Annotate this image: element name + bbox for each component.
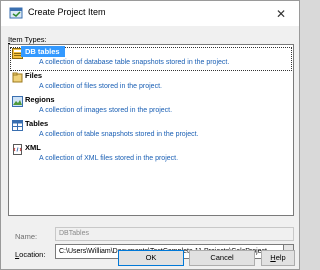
cancel-button[interactable]: Cancel bbox=[189, 250, 255, 266]
item-description: A collection of images stored in the pro… bbox=[39, 107, 173, 114]
item-types-list[interactable]: DB tables A collection of database table… bbox=[8, 44, 294, 216]
item-description: A collection of database table snapshots… bbox=[39, 59, 230, 66]
item-description: A collection of table snapshots stored i… bbox=[39, 131, 199, 138]
item-description: A collection of XML files stored in the … bbox=[39, 155, 179, 162]
xml-icon bbox=[13, 144, 22, 155]
files-icon bbox=[12, 72, 23, 83]
location-label: Location: bbox=[15, 250, 46, 259]
list-item-regions[interactable]: Regions A collection of images stored in… bbox=[9, 94, 293, 119]
window-title: Create Project Item bbox=[28, 7, 106, 17]
item-name: DB tables bbox=[25, 47, 60, 56]
title-bar: Create Project Item ✕ bbox=[1, 1, 299, 26]
app-icon bbox=[9, 7, 23, 19]
ok-button[interactable]: OK bbox=[118, 250, 184, 266]
list-item-xml[interactable]: XML A collection of XML files stored in … bbox=[9, 142, 293, 167]
item-name: XML bbox=[25, 143, 41, 152]
item-name: Files bbox=[25, 71, 43, 80]
list-item-files[interactable]: Files A collection of files stored in th… bbox=[9, 70, 293, 95]
name-field: DBTables bbox=[55, 227, 294, 241]
list-item-tables[interactable]: Tables A collection of table snapshots s… bbox=[9, 118, 293, 143]
create-project-item-dialog: Create Project Item ✕ Item Types: DB tab… bbox=[0, 0, 300, 270]
item-types-label: Item Types: bbox=[8, 35, 47, 44]
item-description: A collection of files stored in the proj… bbox=[39, 83, 162, 90]
help-button[interactable]: Help bbox=[261, 250, 295, 266]
item-name: Regions bbox=[25, 95, 55, 104]
name-label: Name: bbox=[15, 232, 38, 241]
item-name: Tables bbox=[25, 119, 49, 128]
tables-icon bbox=[12, 120, 23, 131]
list-item-db-tables[interactable]: DB tables A collection of database table… bbox=[9, 46, 293, 71]
close-icon: ✕ bbox=[275, 6, 287, 21]
close-button[interactable]: ✕ bbox=[263, 1, 299, 26]
regions-icon bbox=[12, 96, 23, 107]
